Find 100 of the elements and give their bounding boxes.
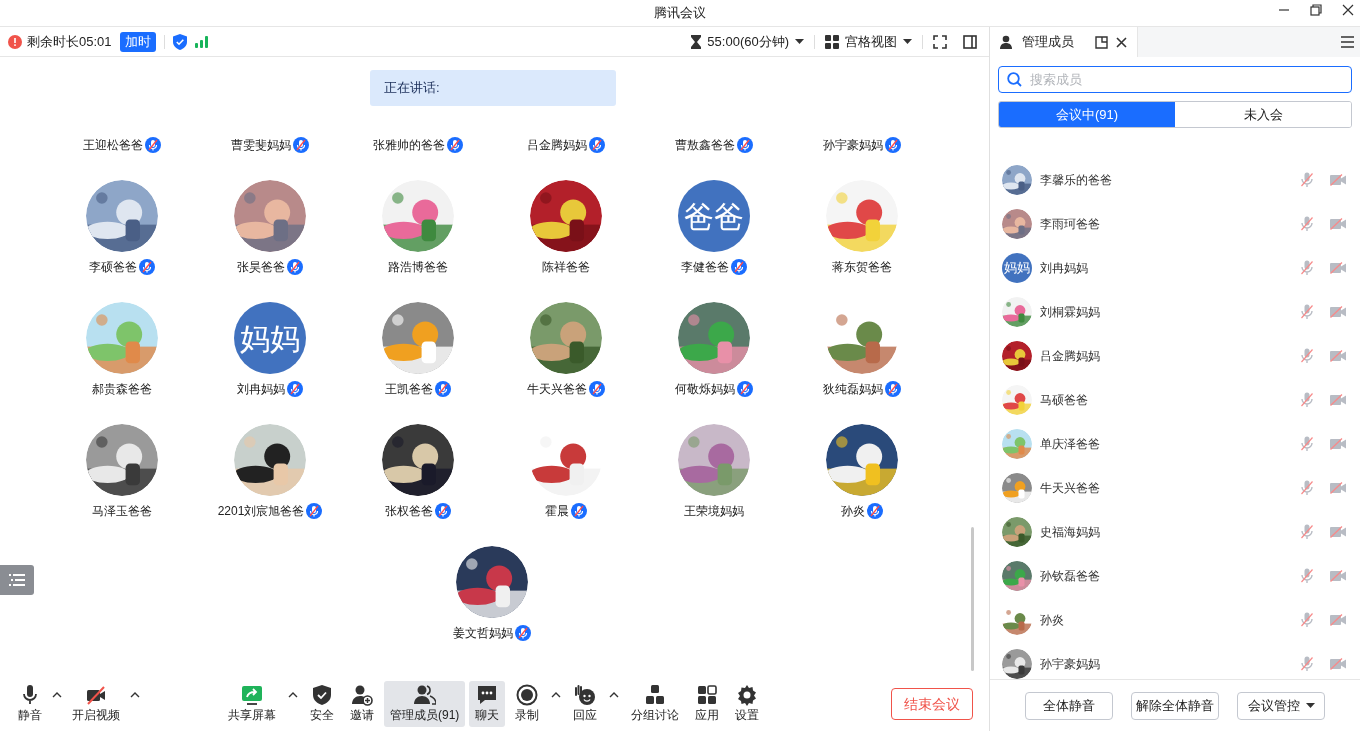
participant-name: 张权爸爸 [385,503,433,520]
panel-button[interactable]: 解除全体静音 [1131,691,1219,720]
panel-button[interactable]: 会议管控 [1237,691,1325,720]
camera-off-icon[interactable] [1330,658,1346,670]
avatar: 妈妈 [234,302,306,374]
view-text: 宫格视图 [845,32,897,51]
toolbar-button[interactable]: 安全 [304,681,340,727]
muted-mic-icon [737,381,753,397]
close-icon[interactable] [1342,4,1354,16]
camera-off-icon[interactable] [1330,526,1346,538]
muted-mic-icon [737,137,753,153]
camera-off-icon[interactable] [1330,350,1346,362]
muted-mic-icon[interactable] [1300,436,1314,452]
participant-name: 王迎松爸爸 [83,137,143,154]
muted-mic-icon [306,503,323,519]
muted-mic-icon [885,137,901,153]
toolbar-button[interactable]: 设置 [729,681,766,727]
avatar: 爸爸 [678,180,750,252]
shield-check-icon [172,33,187,50]
add-person-icon [351,684,373,706]
member-name: 吕金腾妈妈 [1040,348,1101,365]
toolbar-button[interactable]: 管理成员(91) [384,681,466,727]
dropdown-caret-icon [903,39,912,44]
participant-name: 李硕爸爸 [89,259,137,276]
muted-mic-icon [293,137,309,153]
muted-mic-icon[interactable] [1300,304,1314,320]
panel-button[interactable]: 全体静音 [1025,691,1113,720]
list-toggle-button[interactable] [0,565,34,595]
muted-mic-icon [885,381,901,397]
toolbar-button[interactable]: 分组讨论 [625,681,686,727]
signal-icon [194,35,209,48]
popout-icon[interactable] [1095,35,1108,49]
menu-icon[interactable] [1341,36,1354,48]
grid-icon [825,34,839,49]
camera-off-icon[interactable] [1330,394,1346,406]
member-name: 李雨珂爸爸 [1040,216,1101,233]
muted-mic-icon[interactable] [1300,172,1314,188]
toolbar-button[interactable]: 开启视频 [66,681,126,727]
toolbar-button[interactable]: 聊天 [469,681,506,727]
caret-up-icon[interactable] [288,692,298,698]
participant-name: 王荣境妈妈 [684,503,744,520]
camera-off-icon[interactable] [1330,614,1346,626]
speaking-banner: 正在讲话: [370,70,616,106]
member-name: 孙钦磊爸爸 [1040,568,1101,585]
participant-name: 张雅帅的爸爸 [373,137,445,154]
view-dropdown[interactable]: 宫格视图 [825,31,912,52]
camera-off-icon[interactable] [1330,174,1346,186]
muted-mic-icon[interactable] [1300,216,1314,232]
toolbar-button[interactable]: 录制 [509,681,546,727]
avatar: 妈妈 [1002,253,1032,283]
timer-dropdown[interactable]: 55:00(60分钟) [691,31,804,52]
member-name: 李馨乐的爸爸 [1040,172,1113,189]
toolbar-button[interactable]: 共享屏幕 [222,681,282,727]
muted-mic-icon[interactable] [1300,524,1314,540]
end-meeting-button[interactable]: 结束会议 [891,688,973,720]
muted-mic-icon[interactable] [1300,480,1314,496]
search-icon [1007,72,1022,87]
camera-off-icon[interactable] [1330,570,1346,582]
people-icon [413,684,436,706]
muted-mic-icon[interactable] [1300,568,1314,584]
muted-mic-icon[interactable] [1300,656,1314,672]
blocks-icon [644,684,667,706]
camera-off-icon[interactable] [1330,306,1346,318]
member-name: 史福海妈妈 [1040,524,1101,541]
caret-up-icon[interactable] [551,692,562,698]
search-field[interactable]: 搜索成员 [998,66,1352,93]
camera-off-icon[interactable] [1330,218,1346,230]
camera-off-icon[interactable] [1330,262,1346,274]
record-icon [516,684,539,706]
extend-button[interactable]: 加时 [119,31,156,52]
participant-name: 郝贵森爸爸 [92,381,152,398]
chat-icon [476,684,499,706]
member-tab[interactable]: 会议中(91) [999,102,1175,127]
member-name: 单庆泽爸爸 [1040,436,1101,453]
close-icon[interactable] [1116,36,1127,48]
camera-off-icon[interactable] [1330,482,1346,494]
fullscreen-icon[interactable] [933,34,947,49]
muted-mic-icon[interactable] [1300,612,1314,628]
toolbar-button[interactable]: 回应 [567,681,604,727]
muted-mic-icon [145,137,161,153]
participant-name: 李健爸爸 [681,259,729,276]
muted-mic-icon[interactable] [1300,392,1314,408]
muted-mic-icon [435,381,451,397]
camera-off-icon[interactable] [1330,438,1346,450]
member-name: 刘冉妈妈 [1040,260,1089,277]
caret-up-icon[interactable] [130,692,140,698]
muted-mic-icon[interactable] [1300,348,1314,364]
restore-icon[interactable] [1310,4,1322,16]
toolbar-button[interactable]: 静音 [12,681,48,727]
sidebar-icon[interactable] [963,34,977,49]
participant-name: 陈祥爸爸 [542,259,590,276]
member-name: 孙炎 [1040,612,1065,629]
caret-up-icon[interactable] [52,692,62,698]
participant-name: 王凯爸爸 [385,381,433,398]
toolbar-button[interactable]: 邀请 [344,681,380,727]
caret-up-icon[interactable] [609,692,620,698]
participant-name: 孙炎 [841,503,865,520]
toolbar-button[interactable]: 应用 [689,681,726,727]
muted-mic-icon[interactable] [1300,260,1314,276]
muted-mic-icon [139,259,155,275]
